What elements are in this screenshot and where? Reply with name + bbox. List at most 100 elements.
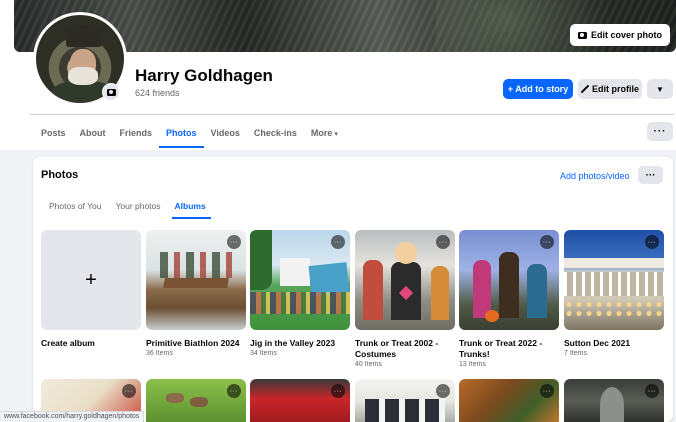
album-card[interactable]: ··· Trunk or Treat 2002 - Costumes 40 It…: [355, 230, 455, 368]
album-card[interactable]: ··· Trunk or Treat 2022 - Trunks! 13 Ite…: [459, 230, 559, 368]
tab-posts[interactable]: Posts: [41, 122, 73, 148]
tab-about[interactable]: About: [73, 122, 113, 148]
thumb-person: [527, 264, 547, 318]
friends-count[interactable]: 624 friends: [135, 88, 180, 98]
album-title[interactable]: Jig in the Valley 2023: [250, 338, 350, 349]
more-options-icon[interactable]: ···: [645, 235, 659, 249]
album-card[interactable]: ···: [564, 379, 664, 422]
photos-heading: Photos: [41, 169, 79, 181]
thumb-roof: [564, 258, 664, 268]
profile-header: Edit cover photo Harry Goldhagen 624 fri…: [0, 0, 676, 150]
status-bar-url: www.facebook.com/harry.goldhagen/photos: [0, 411, 145, 422]
edit-profile-label: Edit profile: [592, 84, 639, 94]
more-options-icon[interactable]: ···: [540, 384, 554, 398]
thumb-tree: [250, 230, 272, 290]
subtab-albums[interactable]: Albums: [168, 200, 213, 219]
album-thumbnail[interactable]: ···: [146, 379, 246, 422]
thumb-deer: [166, 393, 184, 403]
photos-menu-button[interactable]: ···: [638, 166, 663, 184]
thumb-people: [160, 252, 232, 278]
album-card[interactable]: ··· Primitive Biathlon 2024 36 Items: [146, 230, 246, 357]
profile-more-button[interactable]: ▼: [647, 79, 673, 99]
album-title[interactable]: Sutton Dec 2021: [564, 338, 664, 349]
album-card[interactable]: ··· Jig in the Valley 2023 34 Items: [250, 230, 350, 357]
photos-section: Photos Add photos/video ··· Photos of Yo…: [33, 157, 673, 422]
chevron-down-icon: ▼: [656, 84, 664, 94]
caret-down-icon: ▾: [334, 131, 338, 138]
thumb-banner: [308, 262, 350, 296]
thumb-person: [431, 266, 449, 320]
album-count: 7 Items: [564, 350, 587, 357]
create-album-card[interactable]: + Create album: [41, 230, 141, 349]
thumb-person: [363, 260, 383, 320]
thumb-person: [473, 260, 491, 318]
thumb-face: [395, 242, 417, 264]
album-thumbnail[interactable]: ···: [250, 379, 350, 422]
more-options-icon[interactable]: ···: [227, 235, 241, 249]
tab-friends[interactable]: Friends: [113, 122, 160, 148]
album-count: 36 Items: [146, 350, 173, 357]
create-album-label: Create album: [41, 338, 95, 348]
thumb-deer: [190, 397, 208, 407]
thumb-building: [280, 258, 310, 286]
subtab-photos-of-you[interactable]: Photos of You: [49, 200, 108, 219]
album-title[interactable]: Trunk or Treat 2022 - Trunks!: [459, 338, 559, 360]
album-thumbnail[interactable]: ···: [564, 230, 664, 330]
more-options-icon[interactable]: ···: [227, 384, 241, 398]
subtab-your-photos[interactable]: Your photos: [108, 200, 167, 219]
album-thumbnail[interactable]: ···: [564, 379, 664, 422]
avatar-beard: [68, 67, 98, 85]
edit-profile-button[interactable]: Edit profile: [578, 79, 642, 99]
tab-more[interactable]: More ▾: [304, 122, 345, 148]
plus-icon[interactable]: +: [41, 230, 141, 330]
camera-icon: [106, 88, 116, 96]
more-options-icon[interactable]: ···: [436, 384, 450, 398]
album-card[interactable]: ···: [250, 379, 350, 422]
album-title[interactable]: Primitive Biathlon 2024: [146, 338, 246, 349]
album-count: 13 Items: [459, 361, 486, 368]
thumb-person: [499, 252, 519, 318]
album-title[interactable]: Trunk or Treat 2002 - Costumes: [355, 338, 455, 360]
album-thumbnail[interactable]: ···: [355, 379, 455, 422]
tab-videos[interactable]: Videos: [204, 122, 247, 148]
thumb-lights: [564, 300, 664, 318]
tab-check-ins[interactable]: Check-ins: [247, 122, 304, 148]
pencil-icon: [581, 85, 589, 93]
thumb-railing: [564, 272, 664, 296]
more-options-icon[interactable]: ···: [540, 235, 554, 249]
album-count: 40 Items: [355, 361, 382, 368]
album-card[interactable]: ···: [355, 379, 455, 422]
edit-cover-label: Edit cover photo: [590, 30, 662, 40]
tab-photos[interactable]: Photos: [159, 122, 204, 148]
photos-subtabs: Photos of You Your photos Albums: [49, 200, 213, 219]
add-photos-video-link[interactable]: Add photos/video: [560, 171, 630, 181]
more-options-icon[interactable]: ···: [436, 235, 450, 249]
thumb-figure: [600, 387, 624, 422]
edit-cover-photo-button[interactable]: Edit cover photo: [569, 24, 670, 46]
camera-icon: [577, 31, 587, 39]
album-card[interactable]: ···: [459, 379, 559, 422]
thumb-table: [163, 278, 229, 288]
avatar-hat: [66, 25, 102, 47]
album-thumbnail[interactable]: ···: [459, 379, 559, 422]
thumb-crowd: [250, 292, 350, 314]
profile-tabs-menu-button[interactable]: ···: [647, 122, 673, 141]
album-card[interactable]: ···: [146, 379, 246, 422]
more-options-icon[interactable]: ···: [331, 384, 345, 398]
album-thumbnail[interactable]: ···: [250, 230, 350, 330]
update-avatar-button[interactable]: [102, 83, 120, 101]
album-card[interactable]: ··· Sutton Dec 2021 7 Items: [564, 230, 664, 357]
more-options-icon[interactable]: ···: [645, 384, 659, 398]
thumb-pumpkin: [485, 310, 499, 322]
add-to-story-button[interactable]: + Add to story: [503, 79, 573, 99]
profile-tabs: Posts About Friends Photos Videos Check-…: [41, 122, 345, 148]
profile-name: Harry Goldhagen: [135, 66, 273, 85]
album-thumbnail[interactable]: ···: [146, 230, 246, 330]
header-divider: [30, 114, 674, 115]
thumb-people: [365, 399, 445, 422]
album-thumbnail[interactable]: ···: [355, 230, 455, 330]
more-options-icon[interactable]: ···: [331, 235, 345, 249]
more-options-icon[interactable]: ···: [122, 384, 136, 398]
album-count: 34 Items: [250, 350, 277, 357]
album-thumbnail[interactable]: ···: [459, 230, 559, 330]
